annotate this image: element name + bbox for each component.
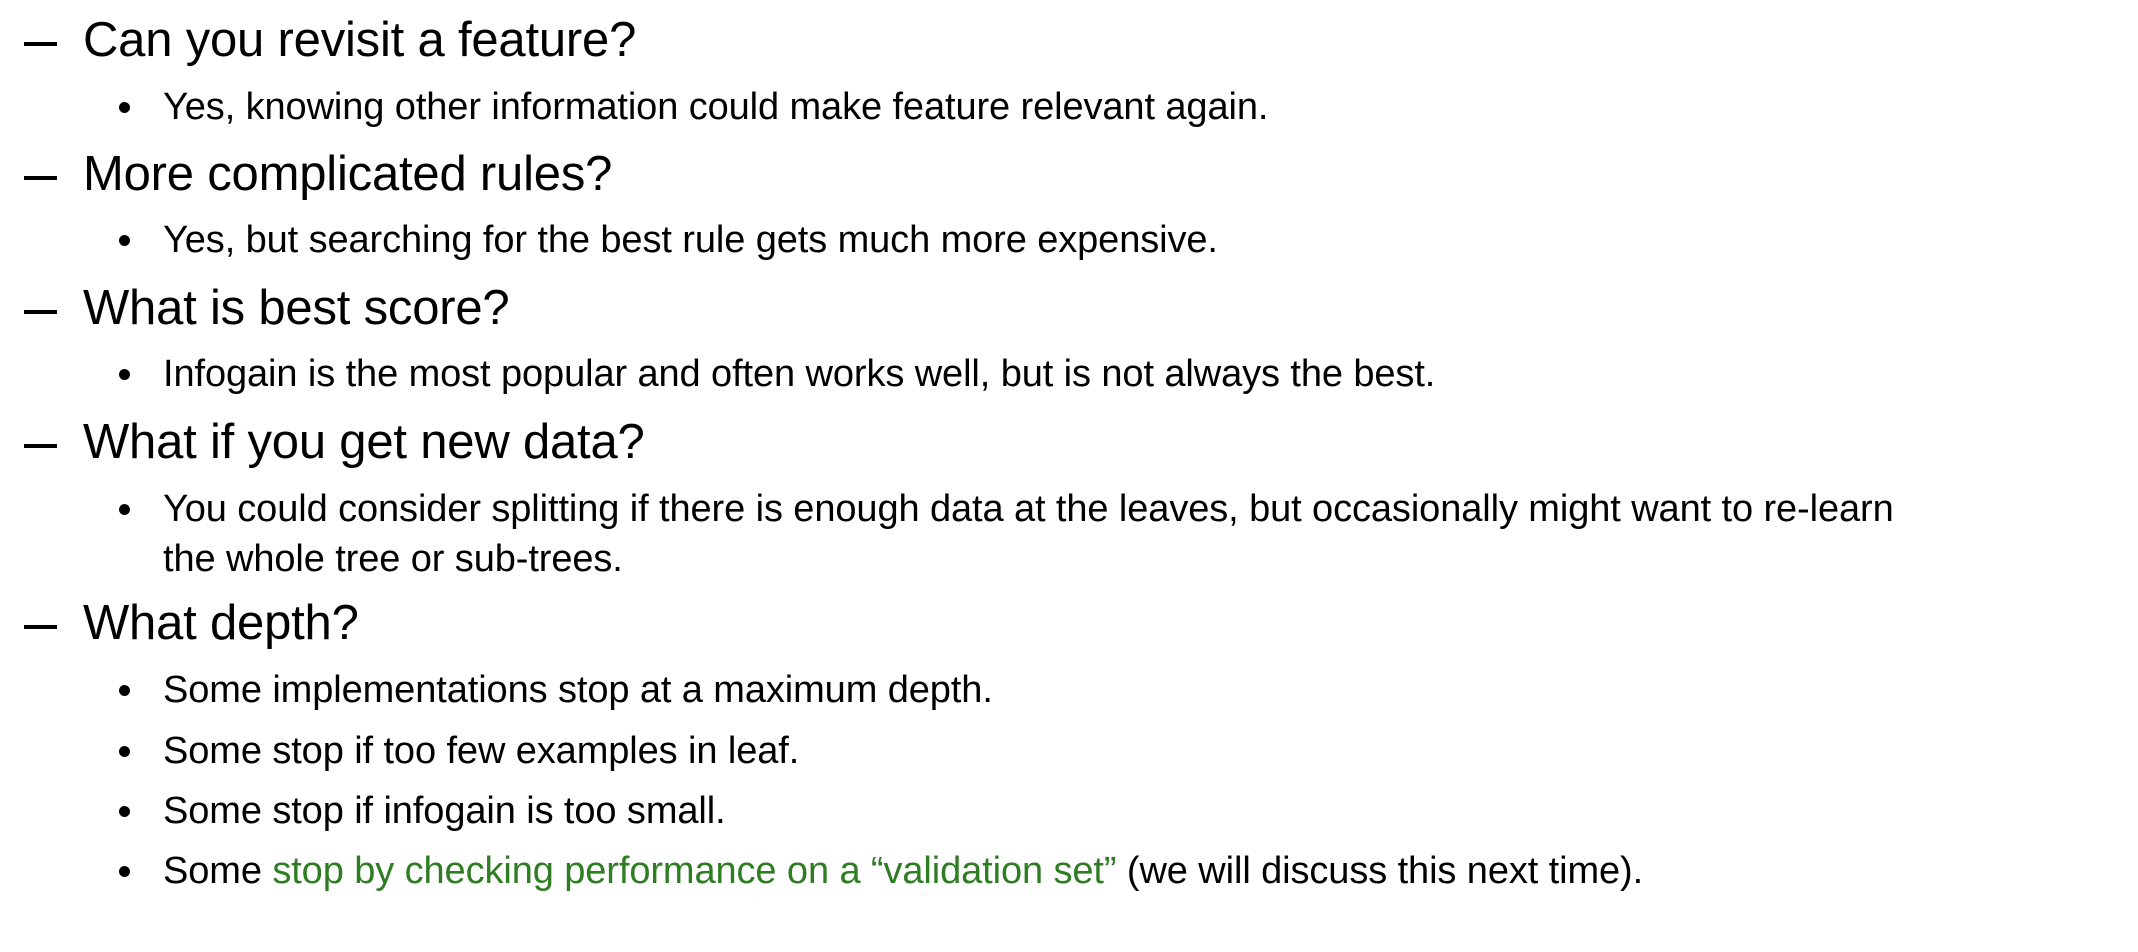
bullet-icon bbox=[119, 235, 130, 246]
answer-text: the whole tree or sub-trees. bbox=[163, 538, 623, 580]
slide-content: Can you revisit a feature? Yes, knowing … bbox=[0, 0, 2138, 952]
dash-bullet-icon bbox=[24, 310, 57, 314]
bullet-icon bbox=[119, 685, 130, 696]
bullet-icon bbox=[119, 504, 130, 515]
bullet-icon bbox=[119, 746, 130, 757]
dash-bullet-icon bbox=[24, 625, 57, 629]
answer-text-mixed: Some stop by checking performance on a “… bbox=[163, 846, 1643, 896]
answer-text: Infogain is the most popular and often w… bbox=[163, 353, 1436, 395]
answer-text: Yes, but searching for the best rule get… bbox=[163, 219, 1218, 261]
bullet-icon bbox=[119, 102, 130, 113]
bullet-icon bbox=[119, 369, 130, 380]
question-text: What is best score? bbox=[83, 281, 510, 335]
dash-bullet-icon bbox=[24, 176, 57, 180]
answer-text: Yes, knowing other information could mak… bbox=[163, 86, 1269, 128]
answer-text: Some stop if too few examples in leaf. bbox=[163, 730, 800, 772]
answer-text: You could consider splitting if there is… bbox=[163, 488, 1894, 530]
question-text: What if you get new data? bbox=[83, 415, 645, 469]
dash-bullet-icon bbox=[24, 444, 57, 448]
answer-suffix: (we will discuss this next time). bbox=[1116, 850, 1644, 892]
bullet-icon bbox=[119, 866, 130, 877]
dash-bullet-icon bbox=[24, 42, 57, 46]
question-text: Can you revisit a feature? bbox=[83, 13, 637, 67]
validation-set-highlight: stop by checking performance on a “valid… bbox=[272, 850, 1117, 892]
bullet-icon bbox=[119, 806, 130, 817]
question-text: More complicated rules? bbox=[83, 147, 613, 201]
question-text: What depth? bbox=[83, 596, 359, 650]
answer-text: Some stop if infogain is too small. bbox=[163, 790, 726, 832]
answer-prefix: Some bbox=[163, 850, 273, 892]
answer-text: Some implementations stop at a maximum d… bbox=[163, 669, 993, 711]
